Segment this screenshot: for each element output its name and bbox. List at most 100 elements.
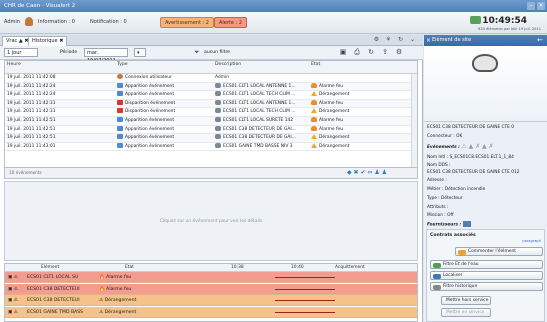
row-description-text: ECS01 GAINE TMD BASSE NIV 3 <box>223 143 293 149</box>
column-time-2: 10:40 <box>291 265 304 270</box>
row-time: 19 juil. 2011 11:42:31 <box>7 100 56 109</box>
table-row[interactable]: 19 juil. 2011 11:42:24 Apparition événeme… <box>5 82 417 92</box>
export-icon[interactable]: ⇪ <box>380 48 390 57</box>
table-row[interactable]: 19 juil. 2011 11:42:31 Disparition événem… <box>5 108 417 117</box>
row-description-text: ECS01 C38 DETECTEUR DE GAI... <box>223 126 296 132</box>
table-row[interactable]: 19 juil. 2011 11:42:51 Apparition événeme… <box>5 134 417 143</box>
column-heure[interactable]: Heure <box>7 62 21 67</box>
row-state: Alarme feu <box>311 99 344 109</box>
row-type-text: Apparition événement <box>125 118 175 123</box>
table-row[interactable]: 19 juil. 2011 11:42:51 Apparition événeme… <box>5 117 417 126</box>
cam-status-icon <box>215 99 221 105</box>
row-action-icons[interactable]: ▣ ⚠ <box>8 295 18 306</box>
adresse-field: Adresse : <box>427 178 447 183</box>
period-select[interactable]: 1 jour <box>4 48 38 57</box>
localiser-button[interactable]: Localiser <box>430 271 543 280</box>
row-time-text: 19 juil. 2011 11:42:24 <box>7 83 56 89</box>
table-footer: 10 événements ◆ ✖ ✔ ⇔ ♟ ♟ <box>4 168 418 179</box>
row-state: Dérangement <box>311 134 349 143</box>
timeline-header: Elément Etat 10:38 10:40 Acquittement <box>5 264 417 272</box>
actions-section: Contrats associés paragraph Commenter l'… <box>426 229 545 322</box>
row-type: Apparition événement <box>117 91 174 100</box>
comment-button[interactable]: Commenter l'élément <box>455 247 543 256</box>
blue-status-icon <box>117 91 123 97</box>
row-description-text: ECS01 CLT1 LOCAL SURETE 142 <box>223 118 294 123</box>
save-icon[interactable]: ▣ <box>338 48 348 57</box>
row-type: Apparition événement <box>117 117 174 126</box>
table-row[interactable]: 19 juil. 2011 11:42:51 Apparition événeme… <box>5 125 417 135</box>
timeline-row[interactable]: ▣ ⚠ ECS01 GAINE TMD BASS ⚠ Dérangement <box>5 306 417 318</box>
row-action-icons[interactable]: ▣ ⚠ <box>8 284 18 295</box>
orange-status-icon <box>311 82 317 88</box>
en-service-button[interactable]: Mettre en service <box>441 308 491 317</box>
row-description: ECS01 CLT1 LOCAL ANTENNE 1... <box>215 99 296 109</box>
timeline-row[interactable]: ▣ ⚠ ECS01 CLT1 LOCAL SU 🔥 Alarme feu <box>5 272 417 283</box>
table-row[interactable]: 19 juil. 2011 11:43:01 Apparition événeme… <box>5 142 417 152</box>
row-state-text: Alarme feu <box>319 100 344 106</box>
back-arrow-icon[interactable]: ← <box>537 35 543 46</box>
alerte-badge[interactable]: Alerte : 2 <box>214 17 248 28</box>
network-icon[interactable]: ⚙ <box>372 36 381 44</box>
row-description: ECS01 GAINE TMD BASSE NIV 3 <box>215 142 293 152</box>
table-header: Heure Type Description Etat <box>5 61 417 74</box>
row-state: ⚠ Dérangement <box>99 298 137 303</box>
row-description: ECS01 CLT1 LOCAL SURETE 142 <box>215 117 293 126</box>
row-type: Connexion utilisateur <box>117 74 172 83</box>
filter-icon[interactable]: ⏷ <box>194 48 201 57</box>
chevron-down-icon[interactable]: ⌄ <box>408 36 417 44</box>
tab-bar: Vrac ▲ ✖ Historique ✖ ⚙ ⚘ ↻ ⌄ <box>0 35 423 46</box>
settings-icon[interactable]: ⚙ <box>394 48 404 57</box>
column-type[interactable]: Type <box>117 62 128 67</box>
cam-status-icon <box>215 82 221 88</box>
column-element[interactable]: Elément <box>41 265 59 270</box>
row-description: ECS01 C38 DETECTEUR DE GAI... <box>215 125 296 135</box>
table-scrollbar[interactable] <box>411 74 417 167</box>
cam-status-icon <box>215 125 221 131</box>
minimize-icon[interactable]: – <box>527 2 535 10</box>
detector-icon <box>472 54 498 72</box>
column-acquittement[interactable]: Acquittement <box>335 265 365 270</box>
table-row[interactable]: 19 juil. 2011 11:42:08 Connexion utilisat… <box>5 74 417 83</box>
information-count[interactable]: Information : 0 <box>38 19 75 25</box>
window-title: CHR de Caen - Visualert 2 <box>4 3 76 9</box>
column-etat[interactable]: Etat <box>125 265 134 270</box>
column-etat[interactable]: Etat <box>311 62 320 67</box>
refresh-icon[interactable]: ↻ <box>366 48 376 57</box>
hors-service-button[interactable]: Mettre hors service <box>441 296 491 305</box>
contrats-link[interactable]: paragraph <box>522 239 541 243</box>
table-row[interactable]: 19 juil. 2011 11:42:31 Disparition événem… <box>5 99 417 109</box>
column-description[interactable]: Description <box>215 62 241 67</box>
date-input[interactable]: mar. 19/07/2011 <box>84 48 128 64</box>
row-description: ECS01 CLT1 LOCAL ANTENNE 1... <box>215 82 296 92</box>
timeline-bar <box>275 277 335 278</box>
print-icon[interactable]: ⎙ <box>352 48 362 57</box>
notification-count[interactable]: Notification : 0 <box>90 19 127 25</box>
row-time-text: 19 juil. 2011 11:42:31 <box>7 109 56 115</box>
type-field: Type : Détecteur <box>427 196 463 201</box>
tree-icon[interactable]: ⚘ <box>384 36 393 44</box>
supplier-icon[interactable] <box>462 221 471 227</box>
row-type-text: Apparition événement <box>125 83 175 89</box>
timeline-row[interactable]: ▣ ⚠ ECS01 C38 DETECTEUI ⚠ Dérangement <box>5 295 417 306</box>
filtre-button[interactable]: Filtre Et de l'eau <box>430 260 543 269</box>
timeline-row[interactable]: ▣ ⚠ ECS01 C38 DETECTEUI 🔥 Alarme feu <box>5 283 417 295</box>
date-picker-button[interactable]: ▾ <box>134 48 146 57</box>
refresh-icon[interactable]: ↻ <box>396 36 405 44</box>
close-icon[interactable]: × <box>426 35 431 46</box>
row-time: 19 juil. 2011 11:42:31 <box>7 108 56 117</box>
row-time: 19 juil. 2011 11:42:51 <box>7 117 56 126</box>
historique-button-label: Filtre historique <box>443 284 478 289</box>
row-time: 19 juil. 2011 11:43:01 <box>7 143 56 152</box>
filter-tools-icon[interactable]: ◆ ✖ ✔ ⇔ ♟ ♟ <box>347 169 387 176</box>
event-icons[interactable]: ⚠ ▲ ✗ ▲ ✗ <box>461 143 493 150</box>
avertissement-badge[interactable]: Avertissement : 2 <box>160 17 214 28</box>
cam-status-icon <box>215 134 221 140</box>
row-state-text: Alarme feu <box>319 118 344 123</box>
tab-historique[interactable]: Historique ✖ <box>28 36 68 46</box>
table-row[interactable]: 19 juil. 2011 11:42:24 Apparition événeme… <box>5 91 417 100</box>
row-action-icons[interactable]: ▣ ⚠ <box>8 307 18 318</box>
close-icon[interactable]: × <box>537 2 545 10</box>
historique-button[interactable]: Filtre historique <box>430 282 543 291</box>
connecteur-field: Connecteur : OK <box>427 134 463 139</box>
row-action-icons[interactable]: ▣ ⚠ <box>8 272 18 283</box>
